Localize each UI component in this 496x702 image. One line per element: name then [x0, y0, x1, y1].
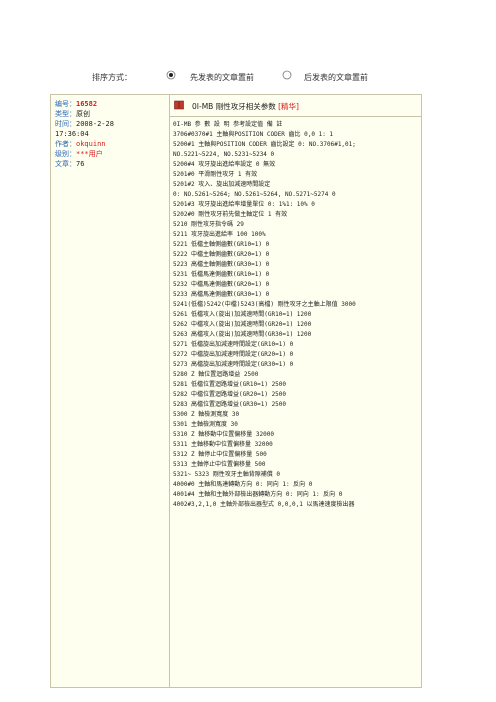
- content-line: 5201#0 平滑剛性攻牙 1 有效: [173, 171, 258, 178]
- content-line: 5223 高檔主軸側齒數(GR30=1) 0: [173, 261, 270, 268]
- article-count: 76: [76, 160, 85, 168]
- content-line: 5241(低檔)5242(中檔)5243(高檔) 剛性攻牙之主軸上限值 3000: [173, 301, 356, 308]
- content-line: 5283 高檔位置迴路增益(GR30=1) 2500: [173, 401, 287, 408]
- post-number: 16582: [76, 100, 98, 108]
- content-line: 5201#2 攻入、旋出加減速時間設定: [173, 181, 271, 188]
- sort-label: 排序方式：: [92, 73, 132, 82]
- post-frame: 编号：16582 类型：原创 时间：2008-2-28 17:36:04 作者：…: [50, 94, 422, 688]
- content-line: 5313 主軸停止中位置偏移量 500: [173, 461, 266, 468]
- level-row: 级别：***用户: [55, 150, 103, 158]
- book-icon: [174, 100, 184, 110]
- articles-row: 文章：76: [55, 160, 85, 168]
- content-line: 5221 低檔主軸側齒數(GR10=1) 0: [173, 241, 270, 248]
- post-type: 原创: [76, 110, 90, 118]
- author-row: 作者：okquinn: [55, 140, 106, 148]
- content-line: 5261 低檔攻入(旋出)加減速時間(GR10=1) 1200: [173, 311, 312, 318]
- post-body: 0I-MB 剛性攻牙相关参数 [精华] 0I-MB 参 數 設 明 参考設定值 …: [170, 95, 421, 687]
- sort-option-oldest[interactable]: 先发表的文章置前: [190, 72, 254, 83]
- content-line: 5262 中檔攻入(旋出)加減速時間(GR20=1) 1200: [173, 321, 312, 328]
- author-panel: 编号：16582 类型：原创 时间：2008-2-28 17:36:04 作者：…: [51, 95, 170, 687]
- content-line: 5222 中檔主軸側齒數(GR20=1) 0: [173, 251, 270, 258]
- content-line: 0I-MB 参 數 設 明 参考設定值 備 註: [173, 121, 283, 128]
- content-line: 5232 中檔馬達側齒數(GR20=1) 0: [173, 281, 270, 288]
- content-line: 5321~ 5323 剛性攻牙主軸背隙補償 0: [173, 471, 280, 478]
- featured-tag: [精华]: [278, 102, 299, 111]
- content-line: 5271 低檔旋出加減速時間設定(GR10=1) 0: [173, 341, 294, 348]
- post-time-row: 时间：2008-2-28: [55, 120, 114, 128]
- content-line: 5263 高檔攻入(旋出)加減速時間(GR30=1) 1200: [173, 331, 312, 338]
- post-number-row: 编号：16582: [55, 100, 98, 108]
- post-title: 0I-MB 剛性攻牙相关参数 [精华]: [192, 102, 299, 111]
- content-line: 5233 高檔馬達側齒數(GR30=1) 0: [173, 291, 270, 298]
- content-line: 5312 Z 軸停止中位置偏移量 500: [173, 451, 267, 458]
- content-line: 4000#0 主軸和馬達轉動方向 0: 同向 1: 反向 0: [173, 481, 313, 488]
- post-title-bar: 0I-MB 剛性攻牙相关参数 [精华]: [170, 95, 421, 117]
- content-line: 4001#4 主軸和主軸外部檢出器轉動方向 0: 同向 1: 反向 0: [173, 491, 343, 498]
- content-line: 5272 中檔旋出加減速時間設定(GR20=1) 0: [173, 351, 294, 358]
- user-level: ***用户: [76, 150, 103, 158]
- sort-option-newest[interactable]: 后发表的文章置前: [304, 72, 368, 83]
- content-line: 4002#3,2,1,0 主軸外部檢出器型式 0,0,0,1 以馬達速度檢出器: [173, 501, 355, 508]
- content-line: 5211 攻牙旋出進給率 100 100%: [173, 231, 266, 238]
- post-time-row-2: 17:36:04: [55, 129, 89, 139]
- content-line: 5301 主軸檢測寬度 30: [173, 421, 238, 428]
- content-line: 5300 Z 軸檢測寬度 30: [173, 411, 240, 418]
- content-line: 5231 低檔馬達側齒數(GR10=1) 0: [173, 271, 270, 278]
- author-link[interactable]: okquinn: [76, 140, 106, 148]
- radio-newest-first[interactable]: [282, 70, 292, 80]
- content-line: 5200#4 攻牙旋出進給率設定 0 無效: [173, 161, 276, 168]
- content-line: 5201#3 攻牙旋出進給率增量單位 0: 1%1: 10% 0: [173, 201, 315, 208]
- content-line: 5273 高檔旋出加減速時間設定(GR30=1) 0: [173, 361, 294, 368]
- content-line: 5311 主軸移動中位置偏移量 32000: [173, 441, 273, 448]
- content-line: 5281 低檔位置迴路增益(GR10=1) 2500: [173, 381, 287, 388]
- content-line: 5202#0 剛性攻牙前先做主軸定位 1 有效: [173, 211, 288, 218]
- content-line: 5282 中檔位置迴路增益(GR20=1) 2500: [173, 391, 287, 398]
- radio-oldest-first[interactable]: [166, 70, 176, 80]
- content-line: NO.5221~5224, NO.5231~5234 0: [173, 151, 275, 158]
- post-clock: 17:36:04: [55, 130, 89, 138]
- content-line: 0: NO.5261~5264; NO.5261~5264, NO.5271~5…: [173, 191, 336, 198]
- content-line: 5200#1 主軸與POSITION CODER 齒比設定 0: NO.3706…: [173, 141, 356, 148]
- post-content: 0I-MB 参 數 設 明 参考設定值 備 註 3706#0370#1 主軸與PO…: [173, 120, 419, 510]
- content-line: 5310 Z 軸移動中位置偏移量 32000: [173, 431, 274, 438]
- content-line: 5210 剛性攻牙指令碼 29: [173, 221, 244, 228]
- sort-bar: 排序方式： 先发表的文章置前 后发表的文章置前: [0, 68, 496, 86]
- post-date: 2008-2-28: [76, 120, 114, 128]
- content-line: 3706#0370#1 主軸與POSITION CODER 齒比 0,0 1: …: [173, 131, 334, 138]
- post-type-row: 类型：原创: [55, 110, 90, 118]
- content-line: 5280 Z 軸位置迴路增益 2500: [173, 371, 259, 378]
